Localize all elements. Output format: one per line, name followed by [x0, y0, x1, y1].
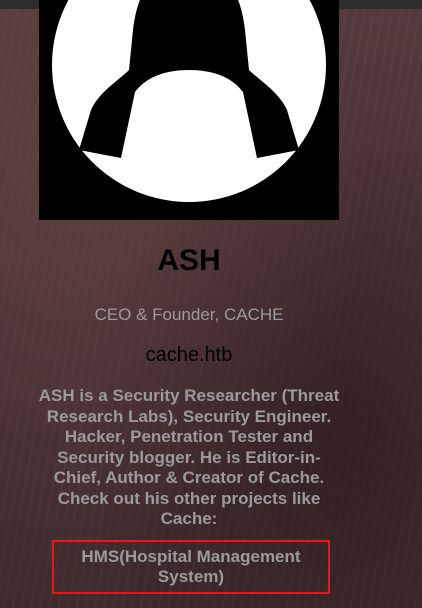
profile-bio: ASH is a Security Researcher (Threat Res…: [38, 386, 340, 528]
project-name: HMS(Hospital Management System): [81, 546, 301, 587]
profile-name: ASH: [157, 244, 221, 277]
profile-avatar: [39, 0, 339, 220]
profile-role: CEO & Founder, CACHE: [94, 305, 284, 324]
profile-site: cache.htb: [145, 344, 233, 366]
hooded-hacker-laptop-icon: [52, 0, 326, 202]
project-highlight-box: HMS(Hospital Management System): [52, 540, 330, 594]
